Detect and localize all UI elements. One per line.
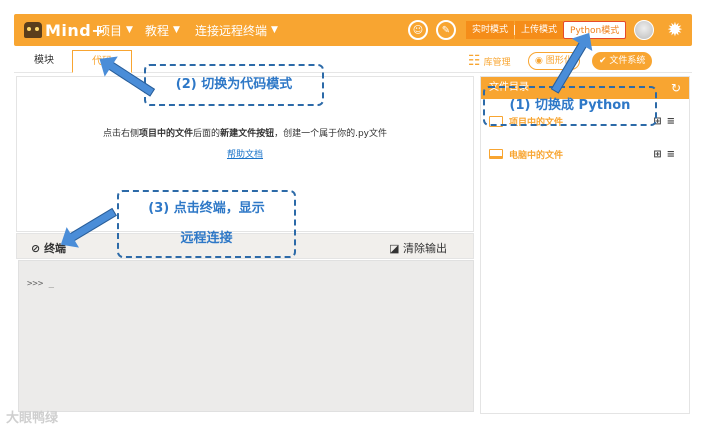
help-docs-link[interactable]: 帮助文档 <box>17 147 473 160</box>
hint-new-file: 新建文件按钮 <box>220 129 275 139</box>
chevron-down-icon: ▼ <box>271 25 278 35</box>
annotation-step3: (3) 点击终端，显示 远程连接 <box>117 190 296 258</box>
menu-remote-terminal[interactable]: 连接远程终端 ▼ <box>195 14 278 46</box>
menu-remote-terminal-label: 连接远程终端 <box>195 23 268 38</box>
monitor-icon <box>489 149 503 159</box>
menu-project[interactable]: 项目 ▼ <box>98 14 133 46</box>
library-icon: ☷ <box>468 53 481 69</box>
computer-files-label: 电脑中的文件 <box>509 150 564 161</box>
filesystem-label: 文件系统 <box>609 56 646 66</box>
link-icon: ⊘ <box>31 242 41 255</box>
mode-divider <box>514 25 516 35</box>
new-file-menu-icons[interactable]: ⊞≡ <box>653 116 680 127</box>
app-window: Mind+ 项目 ▼ 教程 ▼ 连接远程终端 ▼ ☺ ✎ 实时模式 上传模式 Pyth… <box>0 0 706 432</box>
refresh-icon[interactable]: ↻ <box>671 77 681 99</box>
hint-suffix: ，创建一个属于你的.py文件 <box>274 129 387 139</box>
clear-output-button[interactable]: ◪ 清除输出 <box>389 240 447 256</box>
computer-files-item[interactable]: 电脑中的文件 ⊞≡ <box>489 145 684 163</box>
edit-icon[interactable]: ✎ <box>436 20 456 40</box>
hint-project-files: 项目中的文件 <box>139 129 194 139</box>
filesystem-button[interactable]: ✔ 文件系统 <box>592 50 653 72</box>
annotation-step1: (1) 切换成 Python <box>483 86 657 126</box>
terminal-output[interactable]: >>> _ <box>18 260 474 412</box>
new-file-menu-icons[interactable]: ⊞≡ <box>653 149 680 160</box>
annotation-step3-line2: 远程连接 <box>180 231 233 246</box>
mode-upload[interactable]: 上传模式 <box>515 21 564 39</box>
clear-output-label: 清除输出 <box>403 242 447 255</box>
hint-prefix: 点击右侧 <box>103 129 140 139</box>
hint-middle: 后面的 <box>193 129 221 139</box>
chevron-down-icon: ▼ <box>173 25 180 35</box>
gear-icon[interactable]: ✹ <box>664 19 686 41</box>
annotation-step3-line1: (3) 点击终端，显示 <box>148 201 265 216</box>
smile-icon[interactable]: ☺ <box>408 20 428 40</box>
avatar[interactable] <box>634 20 654 40</box>
watermark: 大眼鸭绿 <box>6 411 59 426</box>
library-manager-button[interactable]: ☷ 库管理 <box>468 50 511 72</box>
mindplus-logo: Mind+ <box>24 18 105 42</box>
robot-logo-icon <box>24 22 42 38</box>
filesystem-pill: ✔ 文件系统 <box>592 52 653 70</box>
menu-tutorial-label: 教程 <box>145 23 170 38</box>
terminal-prompt: >>> _ <box>27 279 55 289</box>
menu-tutorial[interactable]: 教程 ▼ <box>145 14 180 46</box>
mode-realtime[interactable]: 实时模式 <box>466 21 515 39</box>
logo-text: Mind+ <box>45 20 106 40</box>
mode-switcher: 实时模式 上传模式 Python模式 <box>466 21 627 39</box>
brush-icon: ◪ <box>389 242 400 255</box>
chevron-down-icon: ▼ <box>126 25 133 35</box>
library-label: 库管理 <box>483 57 511 68</box>
file-directory-panel: 文件目录 ↻ 项目中的文件 ⊞≡ 电脑中的文件 ⊞≡ <box>480 76 690 414</box>
tab-module[interactable]: 模块 <box>24 50 64 73</box>
menu-project-label: 项目 <box>98 23 123 38</box>
editor-hint: 点击右侧项目中的文件后面的新建文件按钮，创建一个属于你的.py文件 <box>17 126 473 139</box>
check-circle-icon: ✔ <box>599 56 607 66</box>
radio-icon: ◉ <box>535 56 543 66</box>
annotation-step2: (2) 切换为代码模式 <box>144 64 324 106</box>
